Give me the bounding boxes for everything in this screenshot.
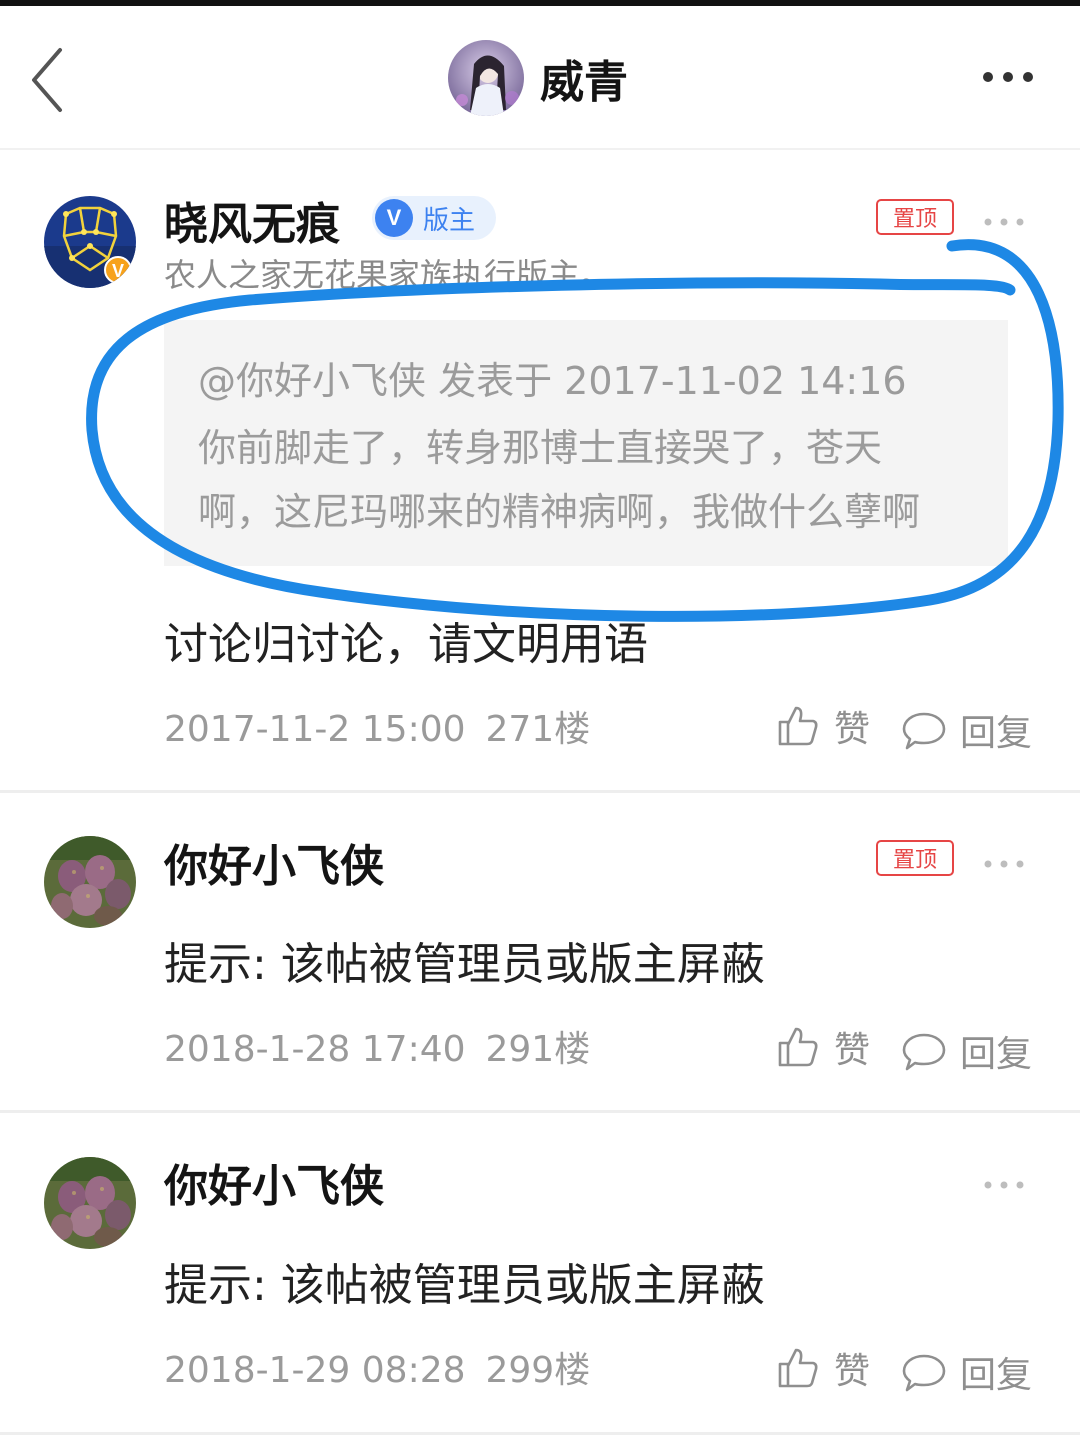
post-more-button[interactable] xyxy=(982,855,1026,868)
like-label: 赞 xyxy=(834,1030,871,1071)
reply-label: 回复 xyxy=(960,713,1033,754)
floor-number: 291楼 xyxy=(485,1029,591,1070)
like-button[interactable]: 赞 xyxy=(776,1021,870,1073)
user-signature: 农人之家无花果家族执行版主。 xyxy=(164,256,613,294)
forum-avatar xyxy=(448,40,524,116)
quoted-reply[interactable]: @你好小飞侠 发表于 2017-11-02 14:16 你前脚走了，转身那博士直… xyxy=(164,320,1008,566)
post-more-button[interactable] xyxy=(982,213,1026,226)
chevron-left-icon xyxy=(32,48,62,112)
forum-title: 威青 xyxy=(540,57,628,108)
post-meta: 2017-11-2 15:00 271楼 xyxy=(164,700,590,752)
comment-bubble-icon xyxy=(902,1354,946,1392)
floor-number: 271楼 xyxy=(485,709,591,750)
user-avatar[interactable] xyxy=(44,1157,136,1249)
header-more-button[interactable] xyxy=(978,62,1038,92)
divider xyxy=(0,790,1080,793)
post-content: 讨论归讨论，请文明用语 xyxy=(164,619,648,670)
pinned-badge: 置顶 xyxy=(876,199,954,235)
username[interactable]: 你好小飞侠 xyxy=(164,1150,384,1214)
floor-number: 299楼 xyxy=(485,1350,591,1391)
top-nav-bar: 威青 xyxy=(0,6,1080,150)
divider xyxy=(0,1432,1080,1435)
thumbs-up-icon xyxy=(778,1027,818,1067)
more-horizontal-icon xyxy=(984,1181,1024,1189)
like-button[interactable]: 赞 xyxy=(776,700,870,752)
post-date: 2018-1-28 17:40 xyxy=(164,1029,466,1070)
forum-title-group[interactable]: 威青 xyxy=(448,40,628,116)
quote-header: @你好小飞侠 发表于 2017-11-02 14:16 xyxy=(198,359,907,403)
post-content: 提示: 该帖被管理员或版主屏蔽 xyxy=(164,939,765,990)
thumbs-up-icon xyxy=(778,1348,818,1388)
like-button[interactable]: 赞 xyxy=(776,1342,870,1394)
moderator-badge: V 版主 xyxy=(372,196,496,240)
quote-line: 你前脚走了，转身那博士直接哭了，苍天 xyxy=(198,426,883,470)
reply-label: 回复 xyxy=(960,1355,1033,1396)
svg-text:V: V xyxy=(112,261,124,281)
reply-button[interactable]: 回复 xyxy=(902,704,1032,756)
username[interactable]: 晓风无痕 xyxy=(164,188,340,252)
divider xyxy=(0,1110,1080,1113)
back-button[interactable] xyxy=(22,42,82,122)
post-meta: 2018-1-28 17:40 291楼 xyxy=(164,1020,590,1072)
like-label: 赞 xyxy=(834,1351,871,1392)
role-label: 版主 xyxy=(423,205,476,236)
post-more-button[interactable] xyxy=(982,1176,1026,1189)
pinned-badge: 置顶 xyxy=(876,840,954,876)
reply-button[interactable]: 回复 xyxy=(902,1025,1032,1077)
post-content: 提示: 该帖被管理员或版主屏蔽 xyxy=(164,1260,765,1311)
quote-line: 啊，这尼玛哪来的精神病啊，我做什么孽啊 xyxy=(198,490,921,534)
thumbs-up-icon xyxy=(778,706,818,746)
comment-bubble-icon xyxy=(902,712,946,750)
verified-icon: V xyxy=(375,199,413,237)
quote-text: 你前脚走了，转身那博士直接哭了，苍天 啊，这尼玛哪来的精神病啊，我做什么孽啊 xyxy=(198,416,998,544)
post-date: 2017-11-2 15:00 xyxy=(164,709,466,750)
user-avatar[interactable]: V xyxy=(44,196,136,288)
comment-bubble-icon xyxy=(902,1033,946,1071)
reply-label: 回复 xyxy=(960,1034,1033,1075)
reply-button[interactable]: 回复 xyxy=(902,1346,1032,1398)
post-date: 2018-1-29 08:28 xyxy=(164,1350,466,1391)
username[interactable]: 你好小飞侠 xyxy=(164,830,384,894)
more-horizontal-icon xyxy=(983,72,1033,82)
user-avatar[interactable] xyxy=(44,836,136,928)
post-meta: 2018-1-29 08:28 299楼 xyxy=(164,1341,590,1393)
like-label: 赞 xyxy=(834,709,871,750)
more-horizontal-icon xyxy=(984,218,1024,226)
more-horizontal-icon xyxy=(984,860,1024,868)
